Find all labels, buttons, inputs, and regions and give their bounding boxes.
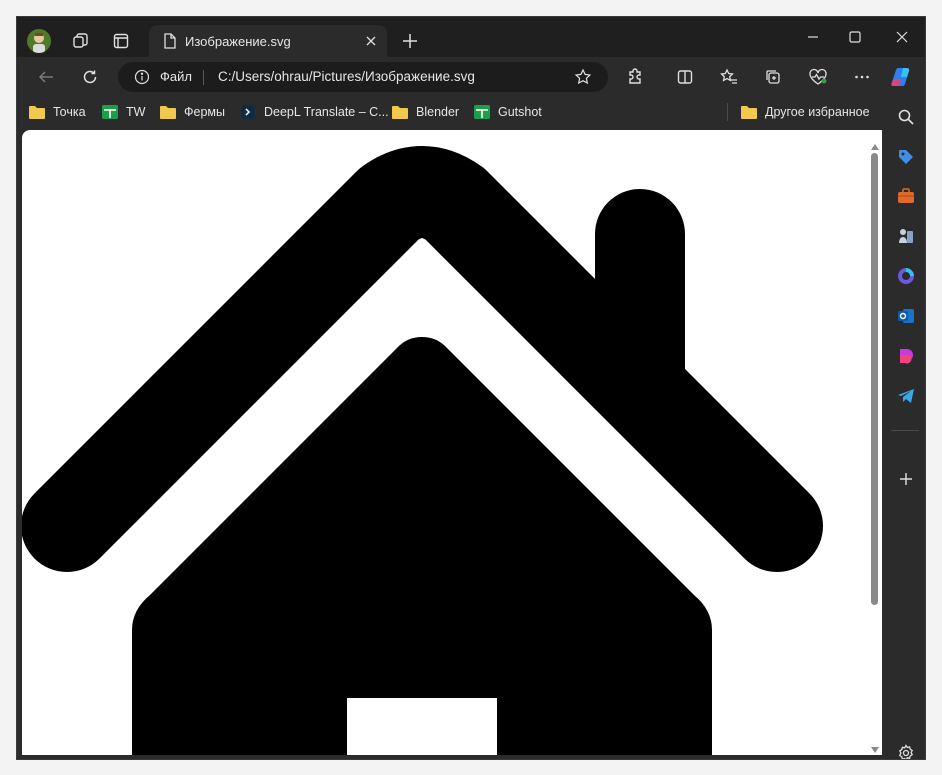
bookmark-tochka[interactable]: Точка — [29, 103, 86, 121]
tab-close-icon[interactable] — [363, 33, 379, 49]
tools-briefcase-icon[interactable] — [896, 186, 916, 206]
tab-title: Изображение.svg — [185, 34, 291, 49]
search-icon[interactable] — [896, 107, 916, 127]
bookmarks-bar: Точка TW Фермы DeepL Translate – C... Bl… — [17, 97, 925, 127]
bookmark-label: Другое избранное — [765, 105, 870, 119]
copilot-icon[interactable] — [890, 65, 914, 89]
bookmark-label: Фермы — [184, 105, 225, 119]
house-icon — [22, 146, 823, 755]
workspaces-icon[interactable] — [69, 30, 91, 52]
browser-window: Изображение.svg Файл C:/Users/ohrau/Pict… — [16, 16, 926, 760]
sheets-icon — [102, 105, 118, 119]
bookmarks-divider — [727, 103, 728, 121]
address-divider — [203, 70, 204, 85]
settings-gear-icon[interactable] — [896, 743, 916, 759]
telegram-icon[interactable] — [896, 386, 916, 406]
scrollbar-thumb[interactable] — [871, 153, 878, 605]
title-bar: Изображение.svg — [17, 17, 925, 57]
folder-icon — [392, 106, 408, 119]
copilot-sidebar-icon[interactable] — [896, 266, 916, 286]
url-text[interactable]: C:/Users/ohrau/Pictures/Изображение.svg — [218, 69, 475, 84]
sidebar-divider — [891, 430, 919, 431]
page-content — [22, 130, 882, 755]
favorite-star-icon[interactable] — [574, 68, 592, 91]
tab-actions-icon[interactable] — [110, 30, 132, 52]
split-screen-icon[interactable] — [674, 66, 696, 88]
file-scheme-label: Файл — [160, 69, 192, 84]
bookmark-gutshot[interactable]: Gutshot — [474, 103, 542, 121]
back-arrow-icon[interactable] — [35, 66, 57, 88]
bookmark-deepl[interactable]: DeepL Translate – C... — [240, 103, 389, 121]
games-icon[interactable] — [896, 226, 916, 246]
refresh-icon[interactable] — [79, 66, 101, 88]
browser-essentials-icon[interactable] — [807, 66, 829, 88]
outlook-icon[interactable] — [896, 306, 916, 326]
bookmark-tw[interactable]: TW — [102, 103, 145, 121]
shopping-tag-icon[interactable] — [896, 147, 916, 167]
favorites-icon[interactable] — [718, 66, 740, 88]
bookmark-other-favorites[interactable]: Другое избранное — [741, 103, 870, 121]
bookmark-fermy[interactable]: Фермы — [160, 103, 225, 121]
scroll-down-icon[interactable] — [870, 741, 880, 759]
address-bar[interactable]: Файл C:/Users/ohrau/Pictures/Изображение… — [118, 62, 608, 92]
bookmark-label: Gutshot — [498, 105, 542, 119]
extensions-icon[interactable] — [624, 66, 646, 88]
tab-active[interactable]: Изображение.svg — [149, 25, 387, 57]
designer-icon[interactable] — [896, 346, 916, 366]
minimize-icon[interactable] — [801, 27, 825, 47]
folder-icon — [29, 106, 45, 119]
add-icon[interactable] — [896, 469, 916, 489]
sheets-icon — [474, 105, 490, 119]
new-tab-icon[interactable] — [399, 30, 421, 52]
edge-sidebar — [885, 97, 925, 759]
deepl-icon — [241, 105, 255, 119]
bookmark-label: Точка — [53, 105, 86, 119]
maximize-icon[interactable] — [843, 27, 867, 47]
toolbar: Файл C:/Users/ohrau/Pictures/Изображение… — [17, 57, 925, 97]
bookmark-label: Blender — [416, 105, 460, 119]
document-icon — [163, 33, 177, 54]
info-icon[interactable] — [134, 69, 150, 90]
folder-icon — [741, 106, 757, 119]
profile-avatar[interactable] — [27, 29, 51, 53]
collections-icon[interactable] — [762, 66, 784, 88]
bookmark-blender[interactable]: Blender — [392, 103, 459, 121]
bookmark-label: DeepL Translate – C... — [264, 105, 389, 119]
more-menu-icon[interactable] — [851, 66, 873, 88]
folder-icon — [160, 106, 176, 119]
bookmark-label: TW — [126, 105, 146, 119]
close-icon[interactable] — [890, 27, 914, 47]
